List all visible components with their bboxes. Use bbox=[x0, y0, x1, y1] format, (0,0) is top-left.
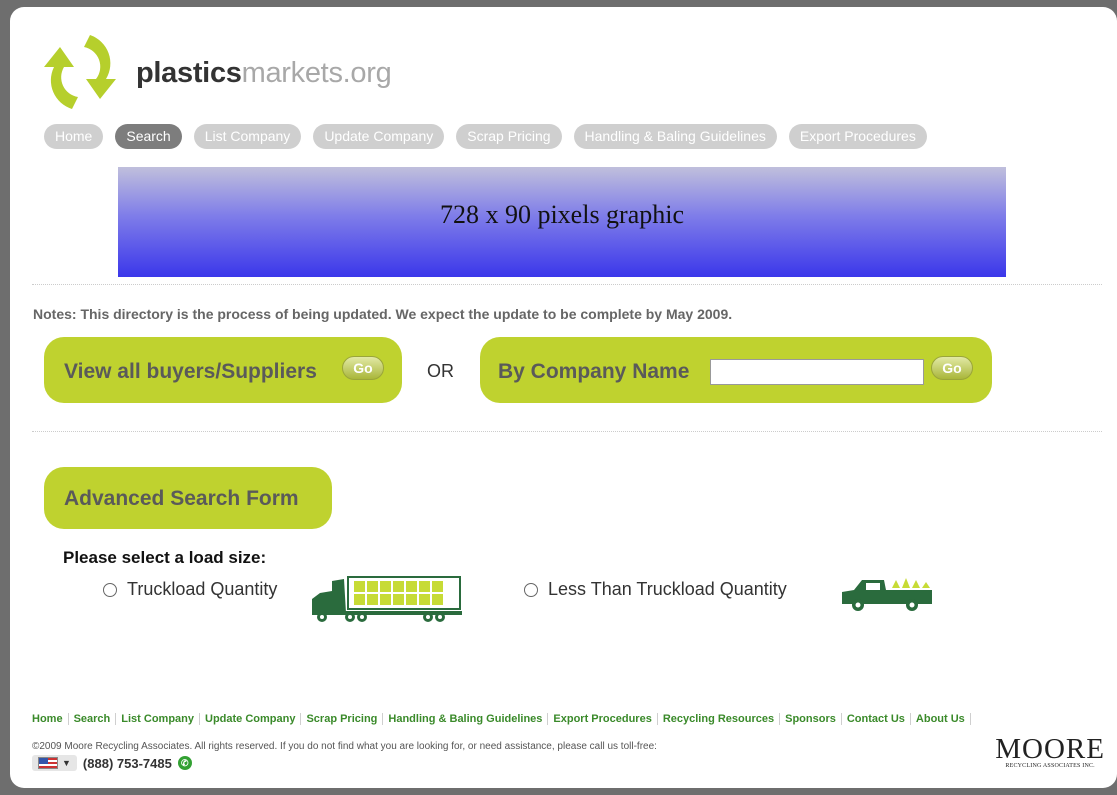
footer-link-contact-us[interactable]: Contact Us bbox=[842, 713, 911, 725]
less-than-truckload-radio[interactable] bbox=[524, 582, 538, 597]
truckload-radio[interactable] bbox=[103, 582, 117, 597]
or-label: OR bbox=[427, 361, 454, 381]
view-all-label: View all buyers/Suppliers bbox=[64, 360, 317, 383]
footer-link-home[interactable]: Home bbox=[32, 713, 69, 725]
footer-link-recycling-resources[interactable]: Recycling Resources bbox=[658, 713, 781, 725]
logo-text: plasticsmarkets.org bbox=[136, 57, 392, 90]
us-flag-icon bbox=[38, 757, 58, 769]
moore-logo: MOORE RECYCLING ASSOCIATES INC. bbox=[995, 733, 1105, 770]
footer-nav: Home Search List Company Update Company … bbox=[32, 713, 971, 725]
nav-export-procedures[interactable]: Export Procedures bbox=[788, 124, 927, 149]
copyright-text: ©2009 Moore Recycling Associates. All ri… bbox=[32, 741, 657, 752]
dropdown-arrow-icon: ▼ bbox=[62, 758, 71, 768]
less-than-truckload-label: Less Than Truckload Quantity bbox=[548, 579, 787, 599]
less-than-truckload-option[interactable]: Less Than Truckload Quantity bbox=[524, 579, 787, 600]
footer-link-handling-baling[interactable]: Handling & Baling Guidelines bbox=[383, 713, 549, 725]
phone-number: (888) 753-7485 bbox=[82, 755, 172, 771]
nav-handling-baling[interactable]: Handling & Baling Guidelines bbox=[573, 124, 777, 149]
company-name-input[interactable] bbox=[710, 359, 924, 385]
footer-link-about-us[interactable]: About Us bbox=[911, 713, 971, 725]
footer-link-export-procedures[interactable]: Export Procedures bbox=[548, 713, 658, 725]
banner-ad[interactable]: 728 x 90 pixels graphic bbox=[118, 167, 1006, 277]
view-all-go-button[interactable]: Go bbox=[342, 356, 384, 380]
logo-text-light: markets.org bbox=[241, 57, 392, 89]
nav-search[interactable]: Search bbox=[115, 124, 182, 149]
logo-text-bold: plastics bbox=[136, 57, 242, 89]
company-go-button[interactable]: Go bbox=[931, 356, 973, 380]
moore-logo-text: MOORE bbox=[995, 733, 1105, 765]
recycle-arrows-icon bbox=[44, 35, 116, 109]
site-logo[interactable]: plasticsmarkets.org bbox=[32, 27, 392, 117]
nav-home[interactable]: Home bbox=[44, 124, 104, 149]
nav-scrap-pricing[interactable]: Scrap Pricing bbox=[456, 124, 562, 149]
divider bbox=[32, 284, 1102, 285]
page: plasticsmarkets.org Home Search List Com… bbox=[10, 7, 1117, 788]
advanced-search-panel[interactable]: Advanced Search Form bbox=[44, 467, 332, 529]
footer-link-update-company[interactable]: Update Company bbox=[200, 713, 302, 725]
advanced-search-title: Advanced Search Form bbox=[64, 487, 299, 510]
banner-text: 728 x 90 pixels graphic bbox=[439, 200, 685, 229]
country-selector[interactable]: ▼ bbox=[32, 755, 77, 771]
semi-truck-icon bbox=[312, 576, 462, 622]
nav-list-company[interactable]: List Company bbox=[193, 124, 302, 149]
footer-link-list-company[interactable]: List Company bbox=[116, 713, 200, 725]
load-size-title: Please select a load size: bbox=[63, 548, 267, 567]
pickup-truck-icon bbox=[842, 578, 932, 611]
divider bbox=[32, 431, 1102, 432]
view-all-panel: View all buyers/Suppliers Go bbox=[44, 337, 402, 403]
footer-link-sponsors[interactable]: Sponsors bbox=[780, 713, 842, 725]
phone-row: ▼ (888) 753-7485 ✆ bbox=[32, 755, 192, 771]
truckload-option[interactable]: Truckload Quantity bbox=[103, 579, 277, 600]
main-nav: Home Search List Company Update Company … bbox=[44, 124, 927, 149]
company-label: By Company Name bbox=[498, 360, 690, 383]
notes-text: Notes: This directory is the process of … bbox=[33, 306, 733, 322]
footer-link-scrap-pricing[interactable]: Scrap Pricing bbox=[301, 713, 384, 725]
footer-link-search[interactable]: Search bbox=[69, 713, 117, 725]
call-icon[interactable]: ✆ bbox=[177, 756, 192, 770]
truckload-label: Truckload Quantity bbox=[127, 579, 278, 599]
moore-logo-subtext: RECYCLING ASSOCIATES INC. bbox=[1005, 763, 1095, 769]
nav-update-company[interactable]: Update Company bbox=[313, 124, 445, 149]
